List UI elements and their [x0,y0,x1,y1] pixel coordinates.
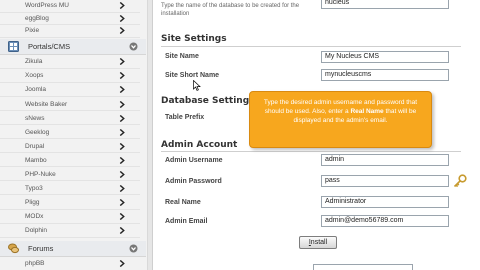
admin-username-input[interactable]: admin [321,154,449,166]
site-name-label: Site Name [165,53,199,60]
table-prefix-label: Table Prefix [165,114,205,121]
sidebar-item-snews[interactable]: sNews [0,112,140,125]
chevron-right-icon [118,100,126,108]
sidebar-item-typo3[interactable]: Typo3 [0,183,140,196]
chevron-right-icon [118,72,126,80]
chevron-right-icon [118,227,126,235]
chevron-right-icon [118,58,126,66]
sidebar-item-zikula[interactable]: Zikula [0,56,140,69]
install-button-label: nstall [310,239,328,246]
sidebar-item-xoops[interactable]: Xoops [0,70,140,83]
help-tooltip: Type the desired admin username and pass… [249,91,432,148]
sidebar-item-website-baker[interactable]: Website Baker [0,98,140,111]
key-icon[interactable] [453,174,467,188]
sidebar-item-wordpress-mu[interactable]: WordPress MU [0,0,140,13]
tooltip-bold-text: Real Name [350,108,384,115]
admin-password-input[interactable]: pass [321,175,449,187]
chevron-right-icon [118,86,126,94]
chevron-right-icon [118,213,126,221]
database-settings-heading: Database Settings [161,96,255,106]
chevron-right-icon [118,128,126,136]
chevron-right-icon [118,185,126,193]
next-section-box [313,264,413,270]
forums-icon [8,243,19,254]
sidebar-category-portals-cms[interactable]: Portals/CMS [0,39,146,55]
chevron-right-icon [118,171,126,179]
sidebar-category-forums[interactable]: Forums [0,241,146,257]
database-name-hint: Type the name of the database to be crea… [161,3,300,17]
chevron-right-icon [118,156,126,164]
sidebar-item-geeklog[interactable]: Geeklog [0,127,140,139]
sidebar-item-eggblog[interactable]: eggBlog [0,13,140,25]
chevron-right-icon [118,14,126,22]
sidebar-item-pixie[interactable]: Pixie [0,25,140,38]
sidebar-item-dolphin[interactable]: Dolphin [0,225,140,238]
chevron-right-icon [118,2,126,10]
site-name-input[interactable]: My Nucleus CMS [321,51,449,63]
admin-username-label: Admin Username [165,157,223,164]
database-name-input[interactable]: nucleus [321,0,449,9]
real-name-label: Real Name [165,199,201,206]
admin-account-heading: Admin Account [161,140,238,150]
admin-email-label: Admin Email [165,218,208,225]
divider [161,46,461,47]
mouse-cursor-icon [193,79,201,91]
chevron-right-icon [118,142,126,150]
sidebar-item-joomla[interactable]: Joomla [0,84,140,97]
sidebar-item-modx[interactable]: MODx [0,211,140,224]
install-button[interactable]: Install [299,236,337,249]
sidebar-item-pligg[interactable]: Pligg [0,197,140,210]
chevron-right-icon [118,260,126,268]
portals-icon [8,41,19,52]
sidebar-item-phpbb[interactable]: phpBB [0,258,140,270]
sidebar-item-drupal[interactable]: Drupal [0,141,140,154]
chevron-right-icon [118,27,126,35]
admin-email-input[interactable]: admin@demo56789.com [321,215,449,227]
site-settings-heading: Site Settings [161,34,227,44]
sidebar-item-mambo[interactable]: Mambo [0,155,140,168]
site-short-name-input[interactable]: mynucleuscms [321,69,449,81]
chevron-right-icon [118,114,126,122]
sidebar-item-php-nuke[interactable]: PHP-Nuke [0,169,140,182]
collapse-toggle-icon[interactable] [129,42,138,51]
real-name-input[interactable]: Administrator [321,196,449,208]
sidebar: WordPress MU eggBlog Pixie Portals/CMS Z… [0,0,148,270]
divider [161,151,461,152]
site-short-name-label: Site Short Name [165,72,220,79]
chevron-right-icon [118,199,126,207]
collapse-toggle-icon[interactable] [129,244,138,253]
admin-password-label: Admin Password [165,178,222,185]
